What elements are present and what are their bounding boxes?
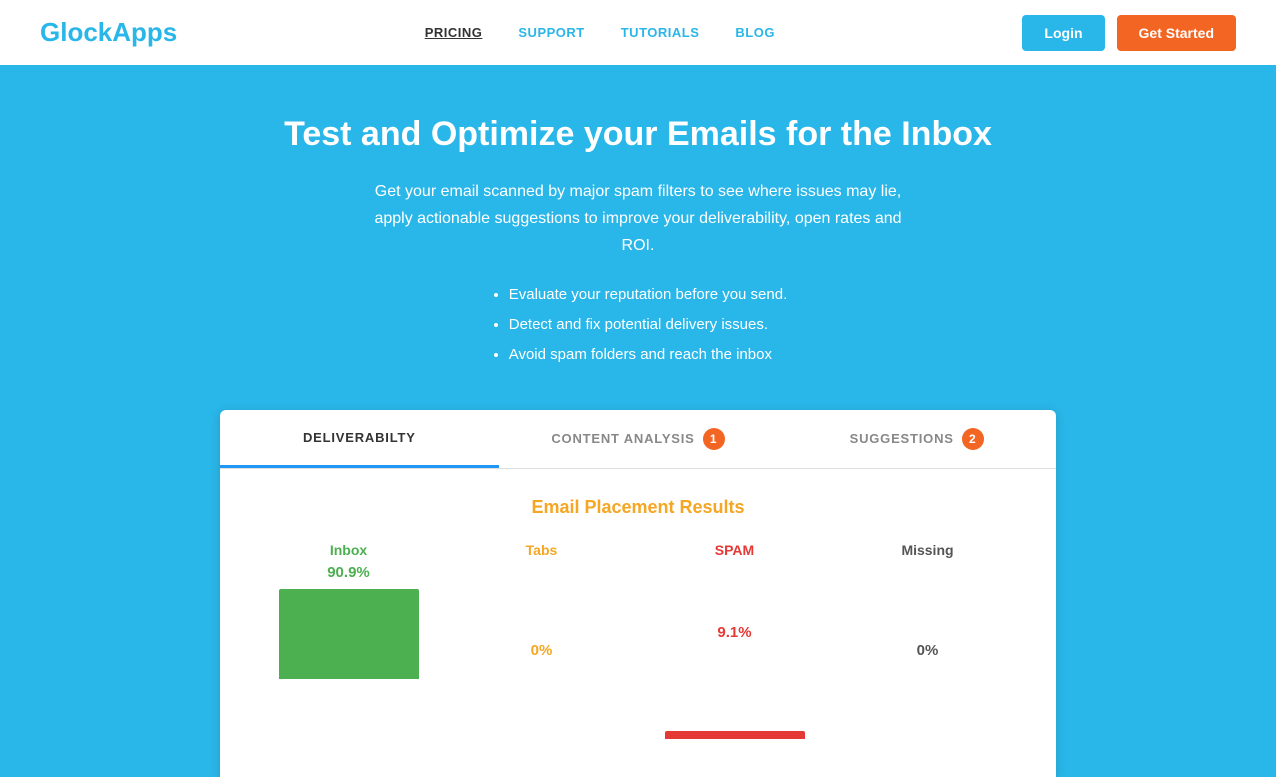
tabs-label: Tabs xyxy=(526,542,558,558)
spam-bar-container xyxy=(665,649,805,739)
spam-bar xyxy=(665,731,805,739)
inbox-label: Inbox xyxy=(330,542,367,558)
result-tabs: Tabs 0% xyxy=(445,542,638,757)
tab-content-analysis-label: CONTENT ANALYSIS xyxy=(551,431,694,446)
inbox-pct: 90.9% xyxy=(327,564,370,581)
nav-tutorials[interactable]: TUTORIALS xyxy=(621,25,700,40)
nav-pricing[interactable]: PRICING xyxy=(425,25,483,40)
nav-support[interactable]: SUPPORT xyxy=(518,25,584,40)
bullet-2: Detect and fix potential delivery issues… xyxy=(509,310,788,340)
header-buttons: Login Get Started xyxy=(1022,15,1236,51)
hero-section: Test and Optimize your Emails for the In… xyxy=(0,65,1276,777)
tabs-pct: 0% xyxy=(531,642,553,659)
hero-title: Test and Optimize your Emails for the In… xyxy=(40,115,1236,154)
missing-label: Missing xyxy=(901,542,953,558)
hero-description: Get your email scanned by major spam fil… xyxy=(358,178,918,260)
missing-pct: 0% xyxy=(917,642,939,659)
result-inbox: Inbox 90.9% xyxy=(252,542,445,757)
tabs-bar-container xyxy=(472,667,612,757)
bullet-3: Avoid spam folders and reach the inbox xyxy=(509,340,788,370)
results-grid: Inbox 90.9% Tabs 0% xyxy=(252,542,1024,757)
content-analysis-badge: 1 xyxy=(703,428,725,450)
tab-deliverability-label: DELIVERABILTY xyxy=(303,430,416,445)
result-missing: Missing 0% xyxy=(831,542,1024,757)
tab-suggestions[interactable]: SUGGESTIONS 2 xyxy=(777,410,1056,468)
tab-deliverability[interactable]: DELIVERABILTY xyxy=(220,410,499,468)
inbox-bar-container xyxy=(279,589,419,679)
get-started-button[interactable]: Get Started xyxy=(1117,15,1236,51)
logo: GlockApps xyxy=(40,17,177,48)
main-card: DELIVERABILTY CONTENT ANALYSIS 1 SUGGEST… xyxy=(220,410,1056,777)
card-content: Email Placement Results Inbox 90.9% Tabs xyxy=(220,469,1056,777)
nav: PRICING SUPPORT TUTORIALS BLOG xyxy=(425,25,775,40)
tabs: DELIVERABILTY CONTENT ANALYSIS 1 SUGGEST… xyxy=(220,410,1056,469)
hero-bullets: Evaluate your reputation before you send… xyxy=(489,280,788,370)
section-title-plain: Email xyxy=(531,497,584,517)
card-wrapper: DELIVERABILTY CONTENT ANALYSIS 1 SUGGEST… xyxy=(40,410,1236,777)
result-spam: SPAM 9.1% xyxy=(638,542,831,757)
inbox-bar xyxy=(279,589,419,679)
nav-blog[interactable]: BLOG xyxy=(735,25,775,40)
tab-content-analysis[interactable]: CONTENT ANALYSIS 1 xyxy=(499,410,778,468)
section-title: Email Placement Results xyxy=(252,497,1024,518)
tab-suggestions-label: SUGGESTIONS xyxy=(850,431,954,446)
header: GlockApps PRICING SUPPORT TUTORIALS BLOG… xyxy=(0,0,1276,65)
logo-black: Glock xyxy=(40,17,112,47)
section-title-rest: Results xyxy=(675,497,745,517)
login-button[interactable]: Login xyxy=(1022,15,1104,51)
bullet-1: Evaluate your reputation before you send… xyxy=(509,280,788,310)
missing-bar-container xyxy=(858,667,998,757)
spam-pct: 9.1% xyxy=(717,624,751,641)
spam-label: SPAM xyxy=(715,542,754,558)
section-title-highlight: Placement xyxy=(584,497,674,517)
suggestions-badge: 2 xyxy=(962,428,984,450)
logo-blue: Apps xyxy=(112,17,177,47)
